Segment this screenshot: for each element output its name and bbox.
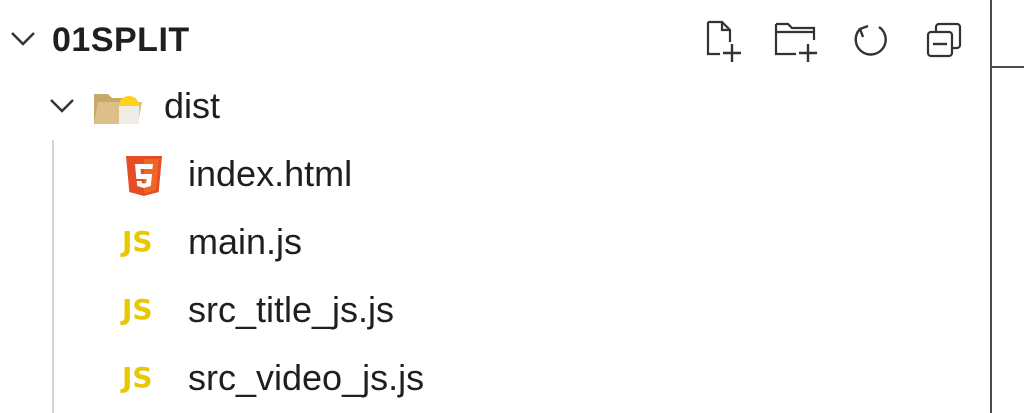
file-label: src_title_js.js [188,289,395,330]
tree-item-file[interactable]: index.html [0,140,990,208]
js-icon: JS [122,293,153,326]
editor-tab-border [992,66,1024,68]
explorer-panel: 01SPLIT dist index.html JS main.js JS sr… [0,0,990,413]
js-icon: JS [122,225,153,258]
js-icon: JS [122,361,153,394]
new-file-icon [706,20,741,62]
file-label: src_video_js.js [188,357,425,398]
tree-item-file[interactable]: JS main.js [0,208,990,276]
collapse-all-icon [926,22,962,58]
html5-icon [126,156,162,196]
tree-item-file[interactable]: JS src_title_js.js [0,276,990,344]
refresh-icon [854,24,887,56]
new-folder-button[interactable] [772,16,822,66]
chevron-down-icon[interactable] [46,90,78,122]
explorer-header[interactable]: 01SPLIT [0,8,990,70]
file-label: index.html [188,153,353,194]
folder-label: dist [164,85,221,126]
panel-divider[interactable] [990,0,992,413]
refresh-button[interactable] [846,16,896,66]
project-title[interactable]: 01SPLIT [52,20,190,60]
tree-item-file[interactable]: JS src_video_js.js [0,344,990,412]
tree-item-dist-folder[interactable]: dist [0,72,990,140]
folder-open-icon [94,94,142,124]
chevron-down-icon[interactable] [6,22,40,56]
collapse-all-button[interactable] [920,16,970,66]
new-file-button[interactable] [700,16,750,66]
file-label: main.js [188,221,303,262]
new-folder-icon [774,22,817,62]
